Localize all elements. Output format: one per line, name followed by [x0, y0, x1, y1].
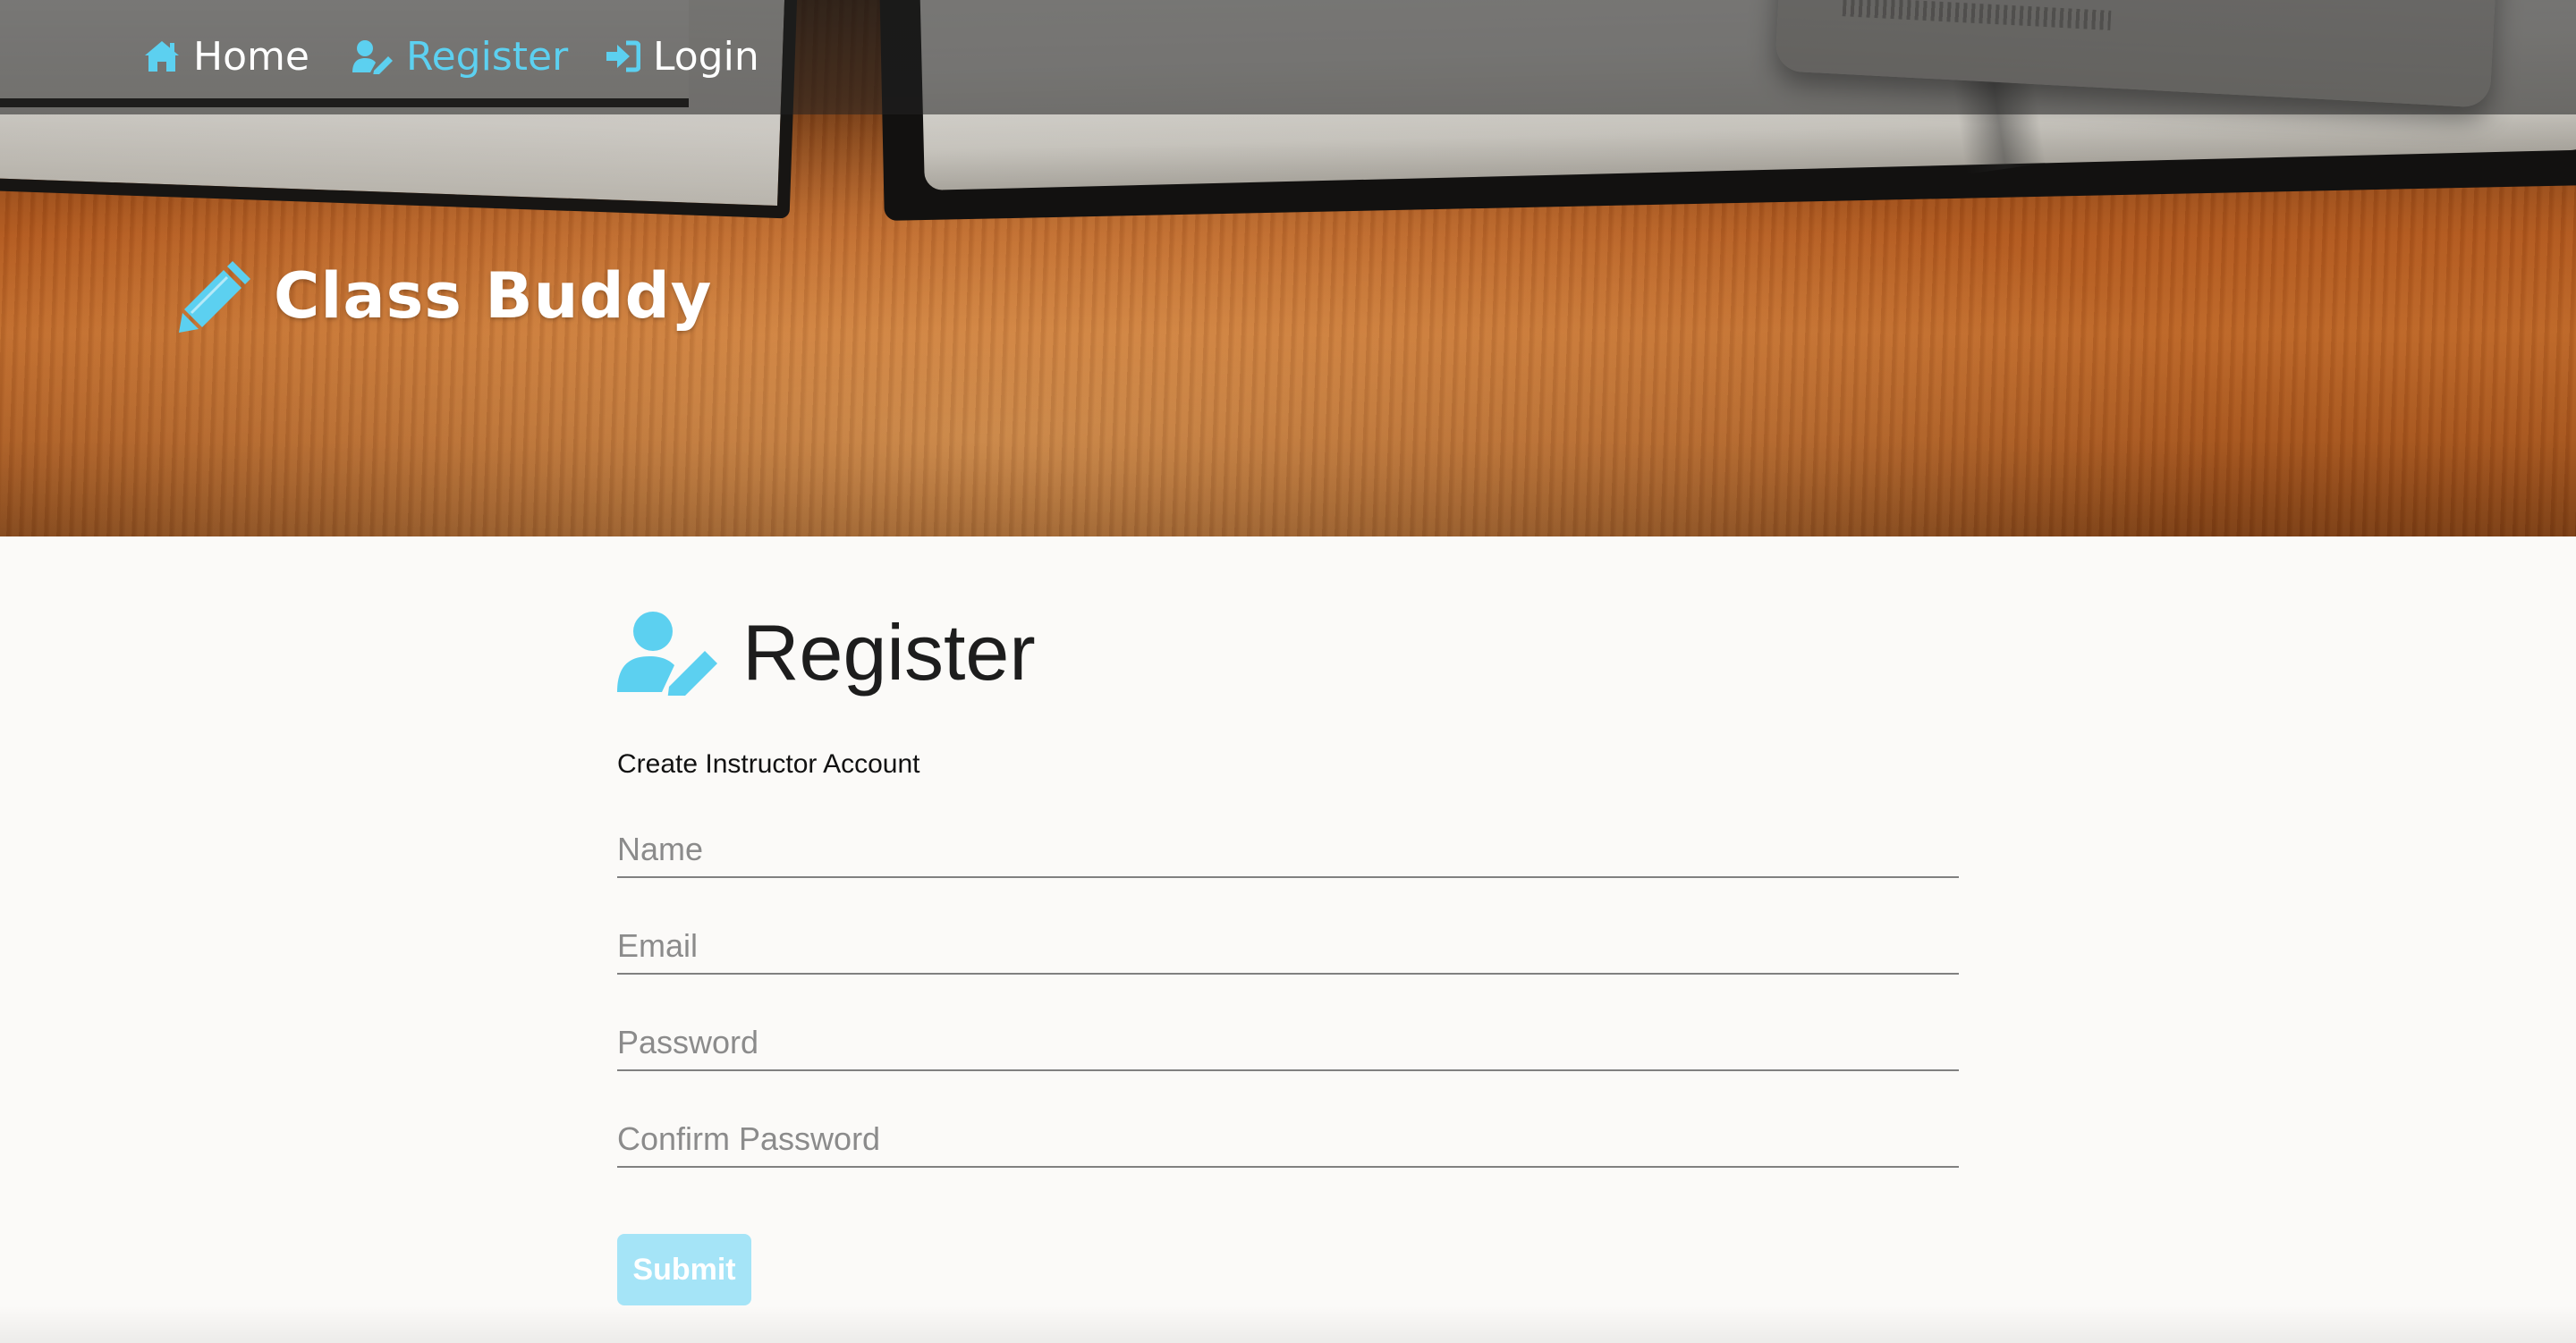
pencil-icon — [179, 261, 250, 333]
user-edit-icon — [352, 40, 393, 74]
submit-button[interactable]: Submit — [617, 1234, 751, 1305]
bottom-shadow — [0, 1305, 2576, 1343]
password-field[interactable] — [617, 1016, 1959, 1071]
page-title: Register — [742, 608, 1036, 697]
name-field[interactable] — [617, 823, 1959, 878]
nav-home-label: Home — [193, 33, 309, 80]
top-navbar: Home Register Login — [0, 0, 2576, 114]
user-edit-icon — [617, 612, 717, 696]
hero-banner: Home Register Login Class Buddy — [0, 0, 2576, 536]
brand: Class Buddy — [177, 258, 712, 334]
nav-register[interactable]: Register — [352, 27, 568, 86]
register-form: Register Create Instructor Account Submi… — [617, 608, 1959, 1305]
sign-in-icon — [606, 40, 640, 72]
nav-login-label: Login — [653, 33, 759, 80]
form-heading: Register — [617, 608, 1959, 697]
home-icon — [145, 41, 179, 72]
nav-register-label: Register — [406, 33, 569, 80]
email-field[interactable] — [617, 919, 1959, 975]
confirm-password-field[interactable] — [617, 1112, 1959, 1168]
brand-title: Class Buddy — [274, 259, 713, 333]
nav-home[interactable]: Home — [143, 27, 309, 86]
form-subtitle: Create Instructor Account — [617, 749, 920, 779]
nav-login[interactable]: Login — [605, 27, 759, 86]
